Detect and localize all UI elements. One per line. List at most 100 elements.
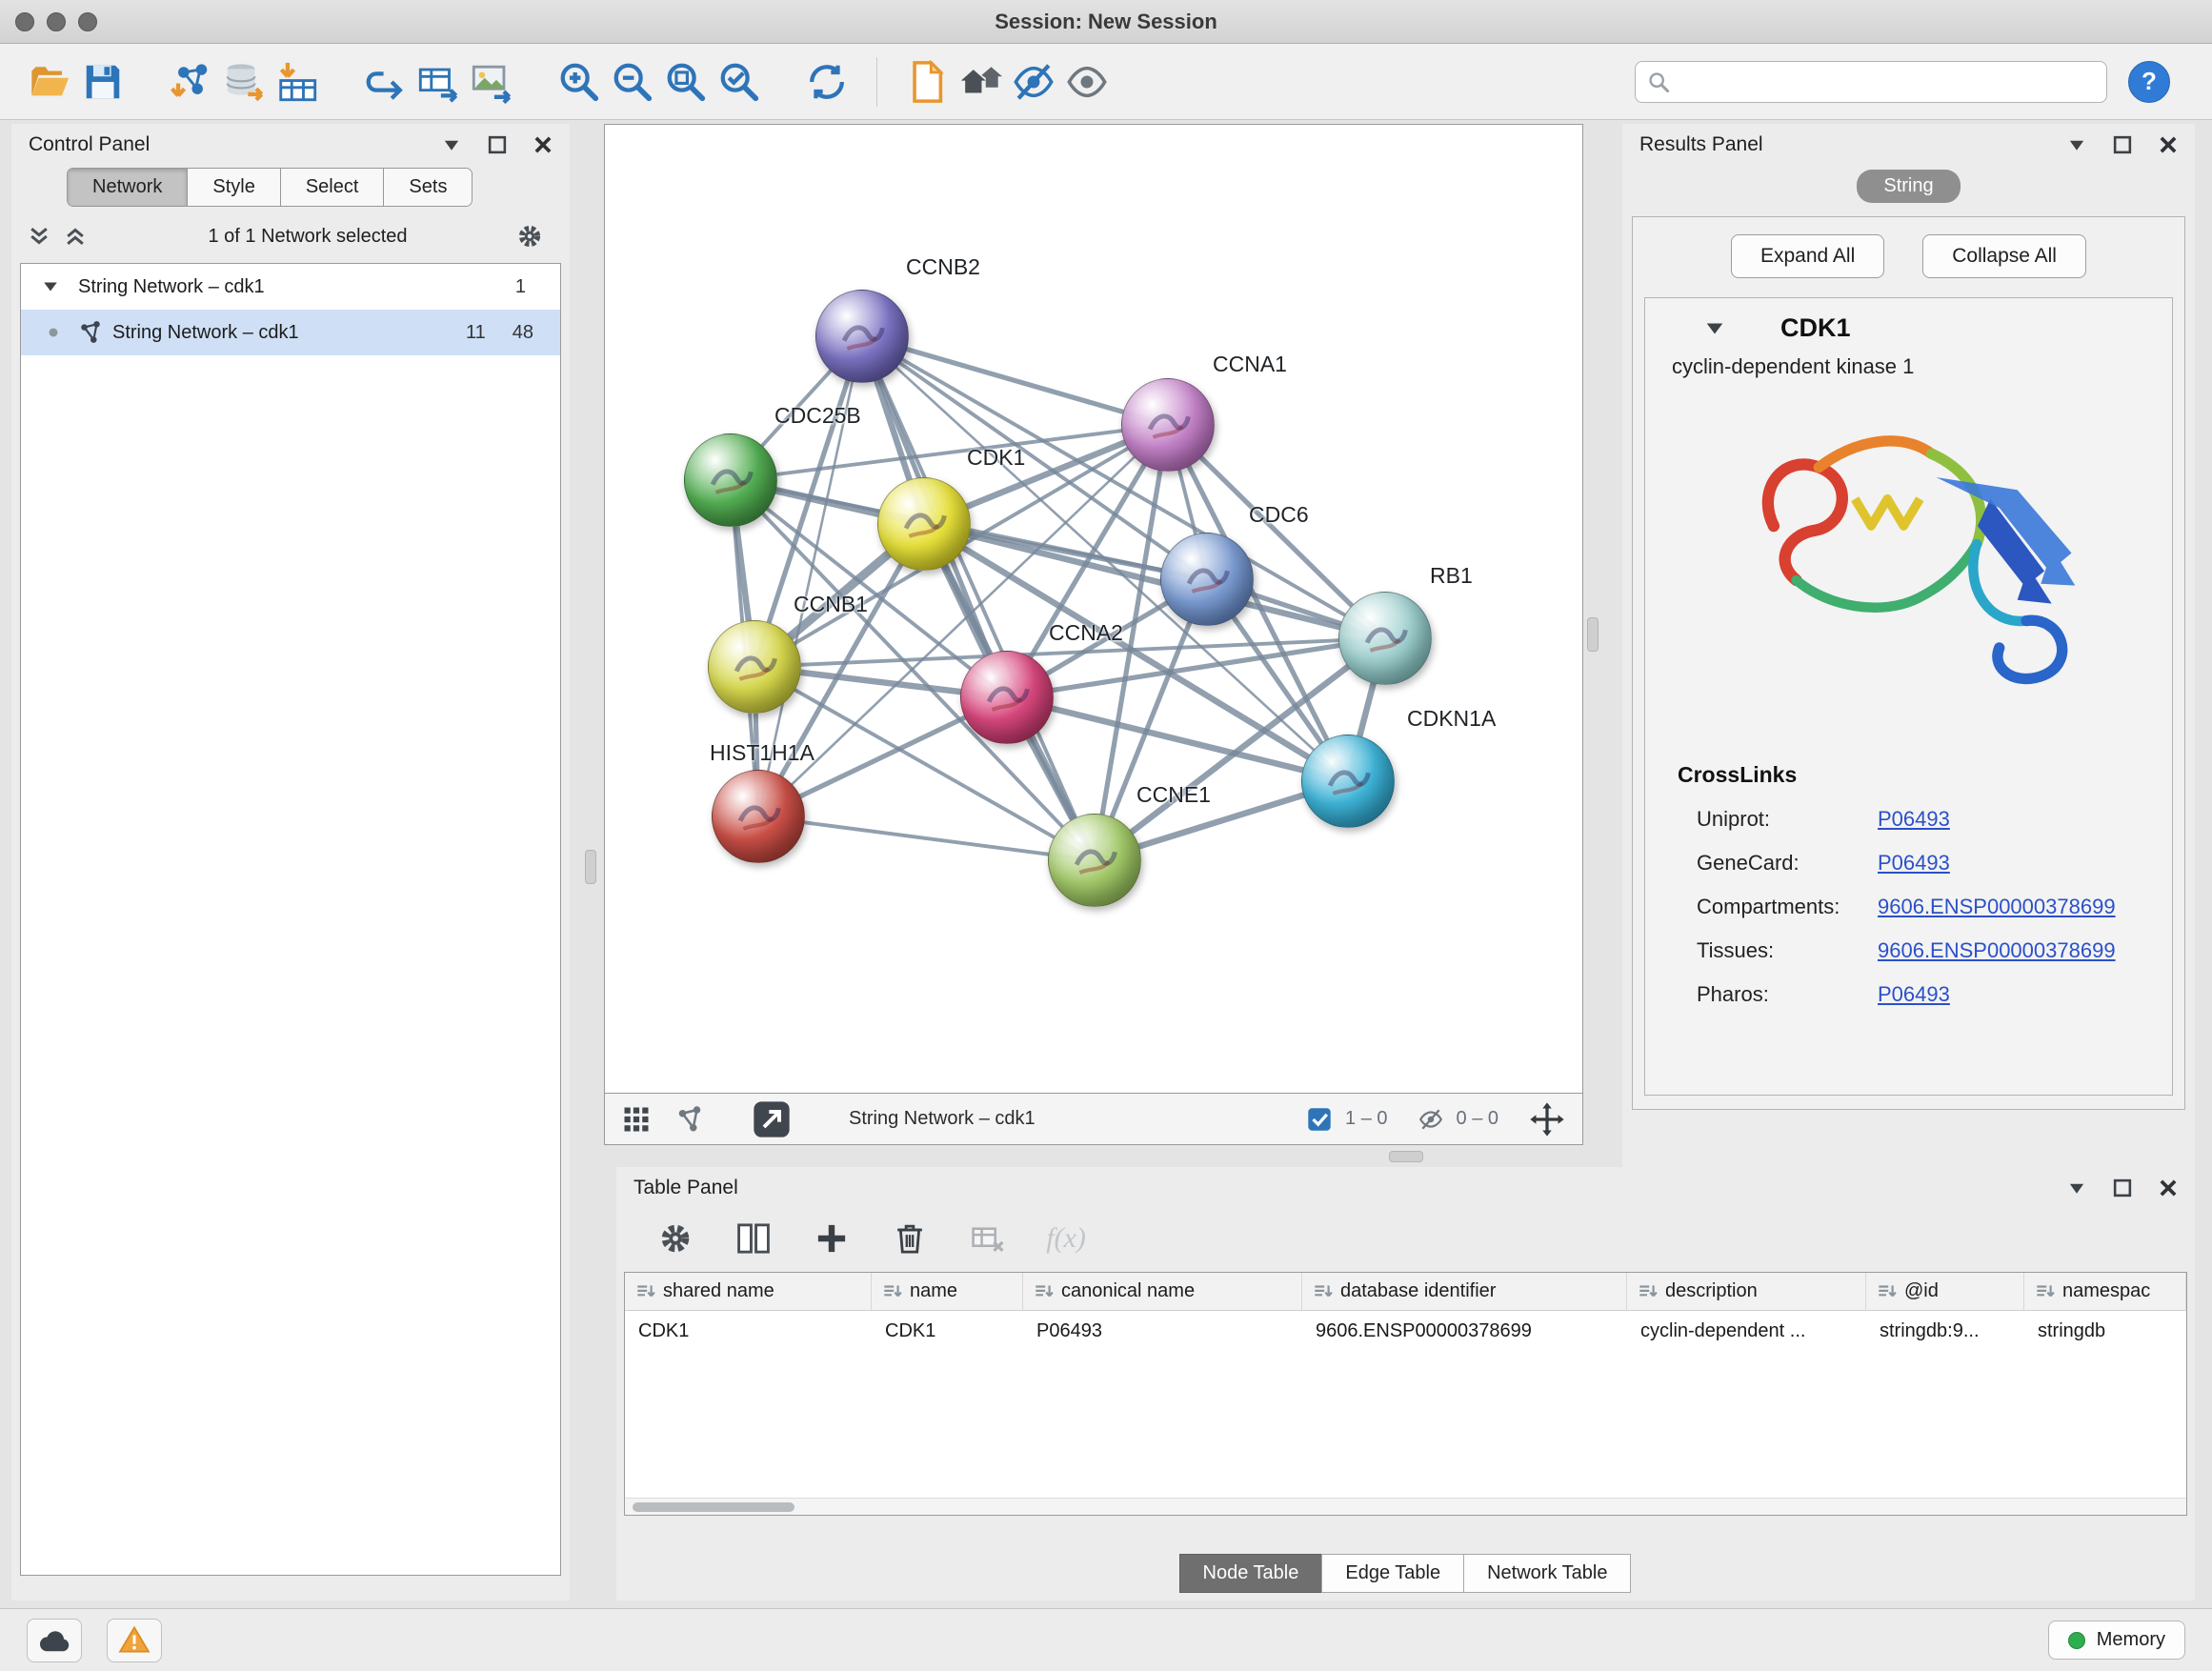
tab-network[interactable]: Network xyxy=(68,169,188,206)
table-row[interactable]: CDK1CDK1P064939606.ENSP00000378699cyclin… xyxy=(625,1311,2186,1351)
export-image-icon[interactable] xyxy=(465,54,518,110)
collapse-panel-icon[interactable] xyxy=(442,135,461,154)
refresh-layout-icon[interactable] xyxy=(800,54,854,110)
tab-style[interactable]: Style xyxy=(188,169,280,206)
node-count: 11 xyxy=(466,322,486,344)
tab-network-table[interactable]: Network Table xyxy=(1463,1554,1631,1593)
node-hist1h1a[interactable] xyxy=(712,770,805,863)
zoom-out-icon[interactable] xyxy=(606,54,659,110)
column-header--id[interactable]: @id xyxy=(1866,1273,2024,1310)
first-neighbors-icon[interactable] xyxy=(954,54,1007,110)
collapse-panel-icon[interactable] xyxy=(2067,1178,2086,1198)
zoom-selected-icon[interactable] xyxy=(713,54,766,110)
birds-eye-view-icon[interactable] xyxy=(622,1105,651,1134)
tab-sets[interactable]: Sets xyxy=(384,169,472,206)
crosslink-link[interactable]: P06493 xyxy=(1878,982,1950,1007)
close-panel-icon[interactable] xyxy=(2159,135,2178,154)
network-canvas[interactable]: CCNB2CCNA1CDC25BCDK1CDC6RB1CCNB1CCNA2CDK… xyxy=(604,124,1583,1094)
import-table-icon[interactable] xyxy=(271,54,324,110)
help-button[interactable]: ? xyxy=(2128,61,2170,103)
table-horizontal-scrollbar[interactable] xyxy=(625,1498,2186,1515)
crosslink-link[interactable]: 9606.ENSP00000378699 xyxy=(1878,938,2116,963)
node-label-cdc6: CDC6 xyxy=(1249,502,1309,528)
expand-all-networks-icon[interactable] xyxy=(27,224,51,249)
node-cdc6[interactable] xyxy=(1160,533,1254,626)
search-input[interactable] xyxy=(1679,70,2095,93)
network-selection-row: 1 of 1 Network selected xyxy=(11,212,570,260)
sort-column-icon xyxy=(1876,1281,1897,1302)
hidden-items-icon[interactable] xyxy=(1418,1107,1443,1132)
node-cdc25b[interactable] xyxy=(684,433,777,527)
tree-row-network[interactable]: String Network – cdk11148 xyxy=(21,310,560,355)
expand-all-button[interactable]: Expand All xyxy=(1731,234,1884,278)
tab-select[interactable]: Select xyxy=(281,169,385,206)
clone-network-icon[interactable] xyxy=(358,54,412,110)
node-cdkn1a[interactable] xyxy=(1301,735,1395,828)
node-ccne1[interactable] xyxy=(1048,814,1141,907)
export-table-icon[interactable] xyxy=(412,54,465,110)
node-ccna1[interactable] xyxy=(1121,378,1215,472)
node-label-cdkn1a: CDKN1A xyxy=(1407,706,1496,732)
column-header-description[interactable]: description xyxy=(1627,1273,1866,1310)
tree-row-collection[interactable]: String Network – cdk11 xyxy=(21,264,560,310)
bottom-splitter-grip[interactable] xyxy=(1389,1151,1423,1162)
collapse-all-button[interactable]: Collapse All xyxy=(1922,234,2086,278)
float-panel-icon[interactable] xyxy=(2113,1178,2132,1198)
network-overview-icon[interactable] xyxy=(675,1105,704,1134)
import-network-file-icon[interactable] xyxy=(164,54,217,110)
show-all-icon[interactable] xyxy=(1060,54,1114,110)
zoom-in-icon[interactable] xyxy=(553,54,606,110)
column-header-shared-name[interactable]: shared name xyxy=(625,1273,872,1310)
tab-edge-table[interactable]: Edge Table xyxy=(1321,1554,1464,1593)
node-ccnb1[interactable] xyxy=(708,620,801,714)
triangle-down-icon[interactable] xyxy=(42,278,59,295)
crosslink-link[interactable]: P06493 xyxy=(1878,851,1950,876)
tab-node-table[interactable]: Node Table xyxy=(1179,1554,1323,1593)
column-header-canonical-name[interactable]: canonical name xyxy=(1023,1273,1302,1310)
warnings-button[interactable] xyxy=(107,1619,162,1662)
node-cdk1[interactable] xyxy=(877,477,971,571)
network-options-gear-icon[interactable] xyxy=(516,223,543,250)
import-network-db-icon[interactable] xyxy=(217,54,271,110)
crosslink-label: GeneCard: xyxy=(1697,851,1878,876)
node-ccnb2[interactable] xyxy=(815,290,909,383)
cloud-status-button[interactable] xyxy=(27,1619,82,1662)
hide-selected-icon[interactable] xyxy=(1007,54,1060,110)
string-results-tab[interactable]: String xyxy=(1857,170,1960,203)
column-header-name[interactable]: name xyxy=(872,1273,1023,1310)
detach-view-button[interactable] xyxy=(750,1100,794,1138)
scrollbar-thumb[interactable] xyxy=(633,1502,794,1512)
column-header-namespac[interactable]: namespac xyxy=(2024,1273,2186,1310)
title-bar: Session: New Session xyxy=(0,0,2212,44)
float-panel-icon[interactable] xyxy=(488,135,507,154)
collapse-all-networks-icon[interactable] xyxy=(63,224,88,249)
right-splitter-grip[interactable] xyxy=(1587,617,1599,652)
gear-icon[interactable] xyxy=(656,1219,694,1258)
crosslink-link[interactable]: 9606.ENSP00000378699 xyxy=(1878,895,2116,919)
column-label: description xyxy=(1665,1280,1758,1302)
save-session-icon[interactable] xyxy=(76,54,130,110)
table-cell: cyclin-dependent ... xyxy=(1627,1311,1866,1351)
memory-button[interactable]: Memory xyxy=(2048,1621,2185,1660)
crosslinks-list: Uniprot:P06493GeneCard:P06493Compartment… xyxy=(1645,797,2172,1017)
crosslink-link[interactable]: P06493 xyxy=(1878,807,1950,832)
left-splitter-grip[interactable] xyxy=(585,850,596,884)
node-label-ccna2: CCNA2 xyxy=(1049,620,1123,646)
annotation-icon[interactable] xyxy=(900,54,954,110)
selected-items-checkbox[interactable] xyxy=(1307,1107,1332,1132)
search-box[interactable] xyxy=(1635,61,2107,103)
pan-tool-icon[interactable] xyxy=(1529,1101,1565,1137)
column-header-database-identifier[interactable]: database identifier xyxy=(1302,1273,1627,1310)
columns-icon[interactable] xyxy=(734,1219,773,1258)
node-rb1[interactable] xyxy=(1338,592,1432,685)
zoom-fit-icon[interactable] xyxy=(659,54,713,110)
float-panel-icon[interactable] xyxy=(2113,135,2132,154)
close-panel-icon[interactable] xyxy=(2159,1178,2178,1198)
node-ccna2[interactable] xyxy=(960,651,1054,744)
open-session-icon[interactable] xyxy=(23,54,76,110)
collapse-section-icon[interactable] xyxy=(1704,318,1725,339)
add-row-icon[interactable] xyxy=(813,1219,851,1258)
close-panel-icon[interactable] xyxy=(533,135,553,154)
collapse-panel-icon[interactable] xyxy=(2067,135,2086,154)
delete-row-icon[interactable] xyxy=(891,1219,929,1258)
